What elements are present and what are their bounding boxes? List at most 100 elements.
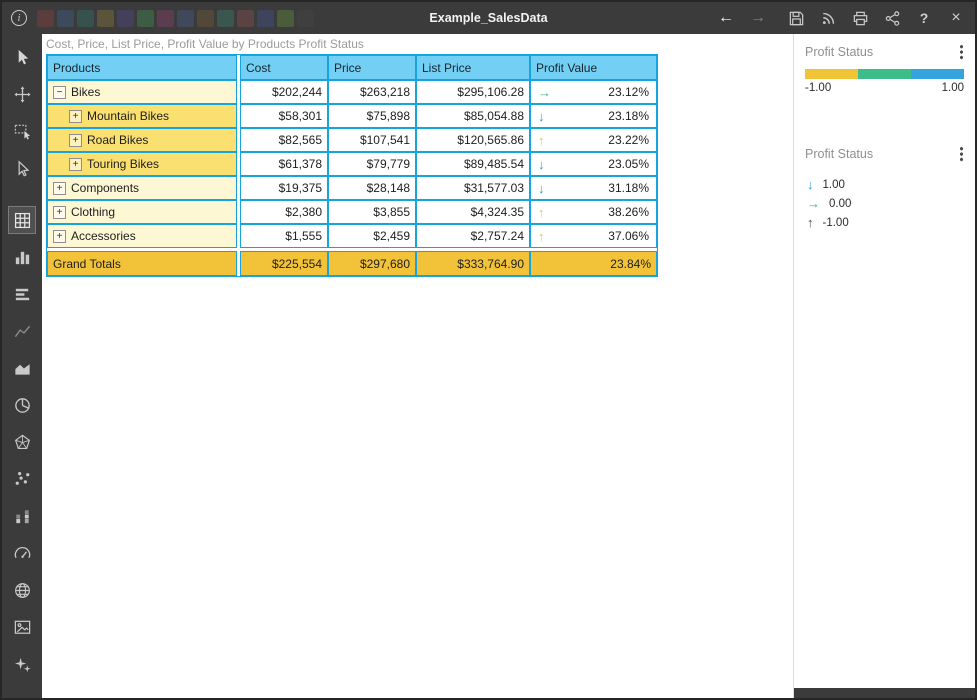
lasso-select-tool[interactable] (9, 118, 35, 144)
color-chip[interactable] (97, 10, 114, 27)
pivot-value-cell[interactable]: $85,054.88 (416, 104, 530, 128)
pivot-value-cell[interactable]: $19,375 (240, 176, 328, 200)
grid-item-tool[interactable] (9, 207, 35, 233)
share-button[interactable] (882, 7, 902, 29)
column-header-cost[interactable]: Cost (240, 55, 328, 80)
pivot-value-cell[interactable]: $4,324.35 (416, 200, 530, 224)
color-chip[interactable] (277, 10, 294, 27)
close-button[interactable]: × (946, 7, 966, 29)
forward-button[interactable]: → (748, 7, 768, 29)
expander-toggle-icon[interactable]: + (53, 230, 66, 243)
pivot-value-cell[interactable]: $75,898 (328, 104, 416, 128)
pivot-value-cell[interactable]: $2,757.24 (416, 224, 530, 248)
color-chip[interactable] (57, 10, 74, 27)
pivot-value-cell[interactable]: $202,244 (240, 80, 328, 104)
row-label-text: Clothing (71, 205, 115, 219)
pivot-profit-cell[interactable]: →23.12% (530, 80, 657, 104)
pivot-value-cell[interactable]: $79,779 (328, 152, 416, 176)
expander-toggle-icon[interactable]: + (53, 206, 66, 219)
row-header-touring-bikes[interactable]: +Touring Bikes (47, 152, 237, 176)
pivot-value-cell[interactable]: $3,855 (328, 200, 416, 224)
save-icon (788, 10, 805, 27)
color-chip[interactable] (37, 10, 54, 27)
column-header-products[interactable]: Products (47, 55, 237, 80)
pivot-value-cell[interactable]: $28,148 (328, 176, 416, 200)
grid-icon (13, 211, 32, 230)
arrow-legend-options-button[interactable] (959, 146, 964, 162)
sparkle-tool[interactable] (9, 651, 35, 677)
row-header-mountain-bikes[interactable]: +Mountain Bikes (47, 104, 237, 128)
row-label-text: Road Bikes (87, 133, 148, 147)
row-header-components[interactable]: +Components (47, 176, 237, 200)
pivot-value-cell[interactable]: $107,541 (328, 128, 416, 152)
row-header-accessories[interactable]: +Accessories (47, 224, 237, 248)
hbar-chart-tool[interactable] (9, 281, 35, 307)
expander-toggle-icon[interactable]: + (69, 158, 82, 171)
pivot-profit-cell[interactable]: ↑23.22% (530, 128, 657, 152)
color-chip[interactable] (237, 10, 254, 27)
pivot-caption: Cost, Price, List Price, Profit Value by… (46, 37, 364, 51)
area-chart-tool[interactable] (9, 355, 35, 381)
color-chip[interactable] (197, 10, 214, 27)
pivot-value-cell[interactable]: $31,577.03 (416, 176, 530, 200)
pivot-value-cell[interactable]: $263,218 (328, 80, 416, 104)
feed-button[interactable] (818, 7, 838, 29)
column-header-list-price[interactable]: List Price (416, 55, 530, 80)
pivot-profit-cell[interactable]: ↓23.18% (530, 104, 657, 128)
pivot-profit-cell[interactable]: ↑38.26% (530, 200, 657, 224)
row-header-road-bikes[interactable]: + Road Bikes (47, 128, 237, 152)
pivot-value-cell[interactable]: $2,380 (240, 200, 328, 224)
select-tool[interactable] (9, 155, 35, 181)
print-button[interactable] (850, 7, 870, 29)
info-icon[interactable]: i (11, 10, 27, 26)
legend-item[interactable]: →0.00 (807, 194, 962, 213)
gauge-tool[interactable] (9, 540, 35, 566)
expander-toggle-icon[interactable]: + (53, 182, 66, 195)
row-header-clothing[interactable]: + Clothing (47, 200, 237, 224)
expander-toggle-icon[interactable]: + (69, 134, 82, 147)
pivot-value-cell[interactable]: $120,565.86 (416, 128, 530, 152)
pivot-profit-cell[interactable]: ↑37.06% (530, 224, 657, 248)
legend-item[interactable]: ↑-1.00 (807, 213, 962, 232)
arrow-legend-items: ↓1.00→0.00↑-1.00 (807, 175, 962, 232)
pivot-value-cell[interactable]: $2,459 (328, 224, 416, 248)
move-tool[interactable] (9, 81, 35, 107)
color-chip[interactable] (257, 10, 274, 27)
color-chip[interactable] (217, 10, 234, 27)
gradient-segment (911, 69, 964, 79)
row-header-bikes[interactable]: −Bikes (47, 80, 237, 104)
pivot-profit-cell[interactable]: ↓31.18% (530, 176, 657, 200)
pivot-value-cell[interactable]: $295,106.28 (416, 80, 530, 104)
help-button[interactable]: ? (914, 7, 934, 29)
pivot-profit-cell[interactable]: ↓23.05% (530, 152, 657, 176)
image-tool[interactable] (9, 614, 35, 640)
line-chart-tool[interactable] (9, 318, 35, 344)
pointer-tool[interactable] (9, 44, 35, 70)
pivot-value-cell[interactable]: $1,555 (240, 224, 328, 248)
color-chip[interactable] (177, 10, 194, 27)
expander-toggle-icon[interactable]: − (53, 86, 66, 99)
pivot-value-cell[interactable]: $58,301 (240, 104, 328, 128)
back-button[interactable]: ← (716, 7, 736, 29)
column-header-profit-value[interactable]: Profit Value (530, 55, 657, 80)
expander-toggle-icon[interactable]: + (69, 110, 82, 123)
pie-chart-tool[interactable] (9, 392, 35, 418)
pivot-value-cell[interactable]: $89,485.54 (416, 152, 530, 176)
legend-item[interactable]: ↓1.00 (807, 175, 962, 194)
scatter-chart-tool[interactable] (9, 466, 35, 492)
bar-chart-tool[interactable] (9, 244, 35, 270)
color-chip[interactable] (77, 10, 94, 27)
color-chip[interactable] (297, 10, 314, 27)
radar-chart-tool[interactable] (9, 429, 35, 455)
stacked-bar-tool[interactable] (9, 503, 35, 529)
column-header-price[interactable]: Price (328, 55, 416, 80)
color-chip[interactable] (117, 10, 134, 27)
color-chip[interactable] (157, 10, 174, 27)
grand-total-label: Grand Totals (47, 251, 237, 276)
save-button[interactable] (786, 7, 806, 29)
map-tool[interactable] (9, 577, 35, 603)
pivot-value-cell[interactable]: $61,378 (240, 152, 328, 176)
color-chip[interactable] (137, 10, 154, 27)
pivot-value-cell[interactable]: $82,565 (240, 128, 328, 152)
gradient-legend-options-button[interactable] (959, 44, 964, 60)
